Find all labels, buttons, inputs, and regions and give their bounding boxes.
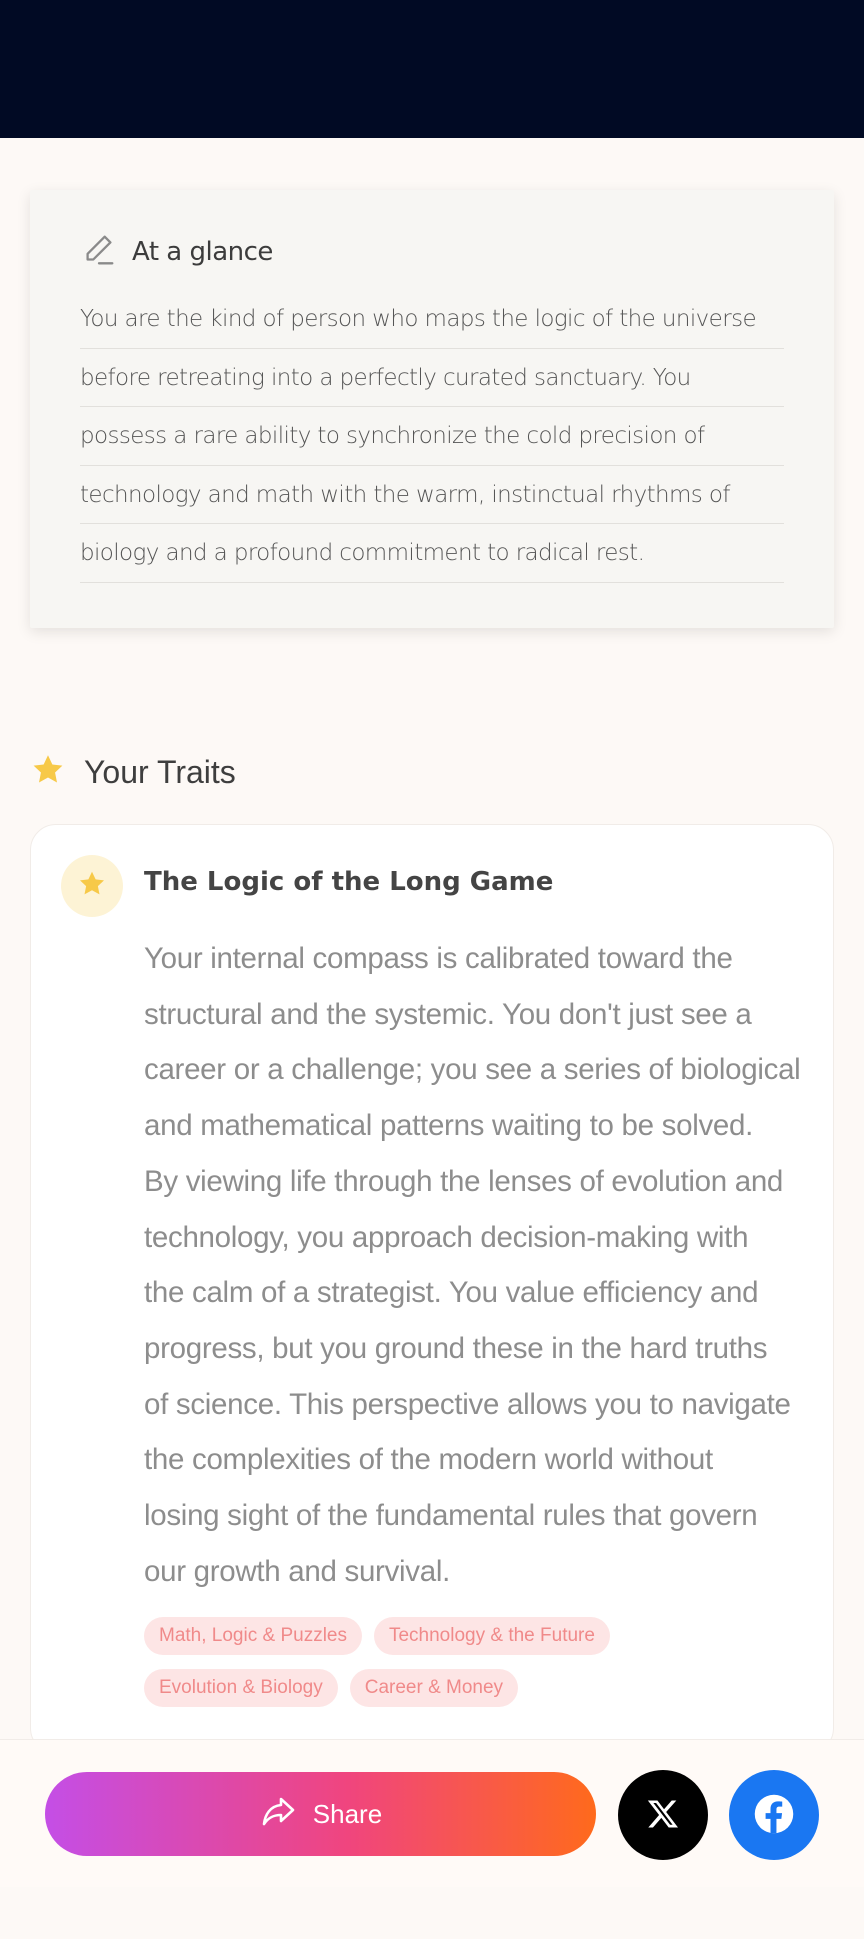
- glance-line: biology and a profound commitment to rad…: [80, 524, 784, 583]
- star-icon: [30, 752, 66, 793]
- glance-line: possess a rare ability to synchronize th…: [80, 407, 784, 466]
- trait-description-line: structural and the systemic. You don't j…: [144, 997, 752, 1031]
- share-label: Share: [312, 1798, 383, 1829]
- share-arrow-icon: [259, 1791, 299, 1838]
- pencil-icon: [80, 231, 118, 274]
- glance-header: At a glance: [80, 230, 273, 274]
- trait-card: The Logic of the Long Game Your internal…: [30, 824, 834, 1754]
- trait-description-line: the calm of a strategist. You value effi…: [144, 1276, 759, 1310]
- trait-badge: [61, 855, 123, 917]
- glance-line: You are the kind of person who maps the …: [80, 290, 784, 349]
- trait-description-line: our growth and survival.: [144, 1554, 450, 1588]
- share-on-facebook-button[interactable]: [729, 1770, 819, 1860]
- trait-description: Your internal compass is calibrated towa…: [144, 931, 824, 1599]
- trait-description-line: and mathematical patterns waiting to be …: [144, 1109, 754, 1143]
- glance-title: At a glance: [132, 237, 273, 267]
- trait-description-line: career or a challenge; you see a series …: [144, 1053, 801, 1087]
- glance-line: technology and math with the warm, insti…: [80, 466, 784, 524]
- traits-title: Your Traits: [84, 753, 236, 790]
- trait-tags: Math, Logic & Puzzles Technology & the F…: [144, 1617, 804, 1707]
- traits-heading: Your Traits: [30, 748, 236, 796]
- star-icon: [77, 869, 107, 904]
- trait-description-line: the complexities of the modern world wit…: [144, 1443, 713, 1477]
- tag-evolution-biology: Evolution & Biology: [144, 1669, 338, 1707]
- glance-text: You are the kind of person who maps the …: [80, 290, 784, 583]
- trait-description-line: progress, but you ground these in the ha…: [144, 1331, 768, 1365]
- tag-technology-future: Technology & the Future: [373, 1617, 610, 1655]
- x-logo-icon: [645, 1796, 681, 1835]
- at-a-glance-card: At a glance You are the kind of person w…: [30, 190, 834, 628]
- tag-career-money: Career & Money: [349, 1669, 519, 1707]
- trait-description-line: By viewing life through the lenses of ev…: [144, 1164, 784, 1198]
- trait-description-line: technology, you approach decision-making…: [144, 1220, 749, 1254]
- trait-title: The Logic of the Long Game: [144, 867, 554, 897]
- trait-description-line: losing sight of the fundamental rules th…: [144, 1499, 758, 1533]
- top-header-bar: [0, 0, 864, 138]
- glance-line: before retreating into a perfectly curat…: [80, 349, 784, 407]
- tag-math-logic-puzzles: Math, Logic & Puzzles: [144, 1617, 362, 1655]
- facebook-logo-icon: [753, 1793, 795, 1838]
- trait-description-line: Your internal compass is calibrated towa…: [144, 942, 733, 975]
- share-on-x-button[interactable]: [618, 1770, 708, 1860]
- share-bar: Share: [0, 1739, 864, 1887]
- share-button[interactable]: Share: [45, 1772, 596, 1856]
- trait-description-line: of science. This perspective allows you …: [144, 1387, 791, 1421]
